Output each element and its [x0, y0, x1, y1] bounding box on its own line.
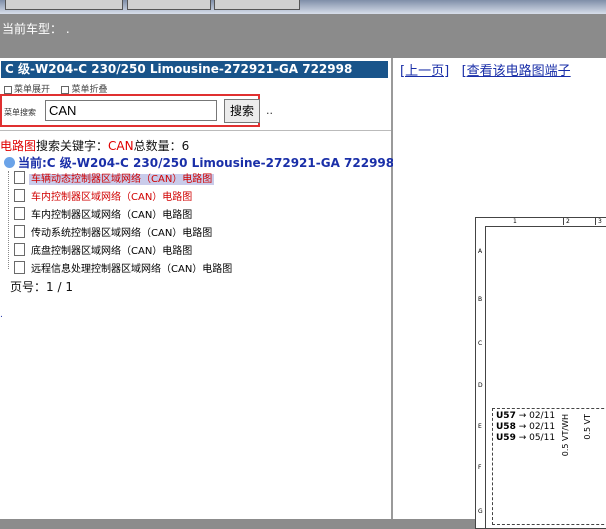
tree-item-label: 车辆动态控制器区域网络（CAN）电路图 [29, 174, 215, 185]
wire-label: 0.5 VT/WH [561, 414, 570, 457]
current-vehicle-label: 当前:C 级-W204-C 230/250 Limousine-272921-G… [18, 156, 395, 170]
tree-item-label: 车内控制器区域网络（CAN）电路图 [31, 210, 193, 221]
signal-id: U59 [496, 433, 516, 443]
summary-keyword: CAN [108, 139, 134, 153]
right-panel: [上一页] [查看该电路图端子 1 2 3 A B C D E F G U57 … [393, 58, 606, 529]
header-bar: 当前车型： . [0, 14, 606, 58]
car-model-label-text: 当前车型： [2, 22, 63, 36]
toolbar-button-3[interactable] [214, 0, 300, 10]
panel-title: C 级-W204-C 230/250 Limousine-272921-GA 7… [1, 61, 388, 78]
car-model-label: 当前车型： . [2, 20, 70, 37]
signal-row: U57 → 02/11 [496, 411, 556, 421]
page-label: 页号： [10, 280, 47, 294]
col-label: 3 [595, 218, 602, 225]
wire-label: 0.5 VT [583, 414, 592, 440]
tree-item[interactable]: 车辆动态控制器区域网络（CAN）电路图 [8, 171, 234, 189]
result-tree: 车辆动态控制器区域网络（CAN）电路图 车内控制器区域网络（CAN）电路图 车内… [8, 171, 234, 279]
signal-ref: 05/11 [529, 433, 556, 443]
row-label: C [478, 340, 483, 347]
tree-item[interactable]: 车内控制器区域网络（CAN）电路图 [8, 189, 234, 207]
prev-page-link[interactable]: [上一页] [400, 64, 449, 79]
signal-id: U58 [496, 422, 516, 432]
tree-item-label: 车内控制器区域网络（CAN）电路图 [31, 192, 193, 203]
expand-checkbox[interactable] [4, 85, 12, 94]
row-label: F [478, 464, 482, 471]
document-icon [14, 243, 25, 256]
tree-item-label: 传动系统控制器区域网络（CAN）电路图 [31, 228, 213, 239]
collapse-checkbox[interactable] [61, 85, 70, 94]
row-label: B [478, 296, 483, 303]
document-icon [14, 261, 25, 274]
car-model-value: . [65, 22, 70, 36]
search-input[interactable] [45, 100, 217, 121]
diagram-column-ruler: 1 2 3 [485, 218, 606, 227]
left-panel: C 级-W204-C 230/250 Limousine-272921-GA 7… [0, 58, 394, 519]
tree-item[interactable]: 车内控制器区域网络（CAN）电路图 [8, 207, 234, 225]
pagination: 页号：1 / 1 [10, 278, 73, 295]
computer-icon [4, 157, 15, 168]
signal-row: U59 → 05/11 [496, 433, 556, 443]
current-vehicle[interactable]: 当前:C 级-W204-C 230/250 Limousine-272921-G… [4, 154, 394, 171]
top-toolbar [0, 0, 606, 14]
document-icon [14, 171, 25, 184]
toolbar-button-2[interactable] [127, 0, 211, 10]
tree-item[interactable]: 传动系统控制器区域网络（CAN）电路图 [8, 225, 234, 243]
signal-row: U58 → 02/11 [496, 422, 556, 432]
search-label: 菜单搜索 [4, 108, 36, 117]
search-button[interactable]: 搜索 [224, 99, 260, 123]
toolbar-button-1[interactable] [5, 0, 123, 10]
signal-id: U57 [496, 411, 516, 421]
col-label: 2 [563, 218, 570, 225]
summary-count-label: 总数量： [133, 139, 182, 153]
summary-count: 6 [181, 139, 190, 153]
signal-ref: 02/11 [529, 422, 556, 432]
row-label: G [478, 508, 483, 515]
search-summary: 电路图搜索关键字：CAN总数量：6 [0, 137, 189, 154]
summary-keyword-label: 搜索关键字： [36, 139, 109, 153]
signal-ref: 02/11 [529, 411, 556, 421]
tree-item-label: 底盘控制器区域网络（CAN）电路图 [31, 246, 193, 257]
tree-item-label: 远程信息处理控制器区域网络（CAN）电路图 [31, 264, 233, 275]
tree-item[interactable]: 远程信息处理控制器区域网络（CAN）电路图 [8, 261, 234, 279]
footer-link[interactable]: . [0, 310, 3, 320]
component-box: U57 → 02/11 U58 → 02/11 U59 → 05/11 0.5 … [492, 408, 606, 525]
document-icon [14, 225, 25, 238]
document-icon [14, 189, 25, 202]
search-highlight-box: 菜单搜索 搜索 [0, 94, 260, 127]
row-label: D [478, 382, 483, 389]
document-icon [14, 207, 25, 220]
col-label: 1 [513, 218, 517, 225]
view-terminal-link[interactable]: [查看该电路图端子 [462, 64, 571, 79]
tree-item[interactable]: 底盘控制器区域网络（CAN）电路图 [8, 243, 234, 261]
divider [0, 130, 391, 131]
summary-category: 电路图 [0, 139, 37, 153]
page-value[interactable]: 1 / 1 [46, 280, 73, 294]
row-label: E [478, 423, 482, 430]
diagram-row-ruler: A B C D E F G [476, 226, 486, 528]
circuit-diagram[interactable]: 1 2 3 A B C D E F G U57 → 02/11 U58 → 02… [475, 217, 606, 529]
search-dots: .. [266, 104, 273, 117]
row-label: A [478, 248, 483, 255]
diagram-links: [上一页] [查看该电路图端子 [400, 60, 571, 79]
